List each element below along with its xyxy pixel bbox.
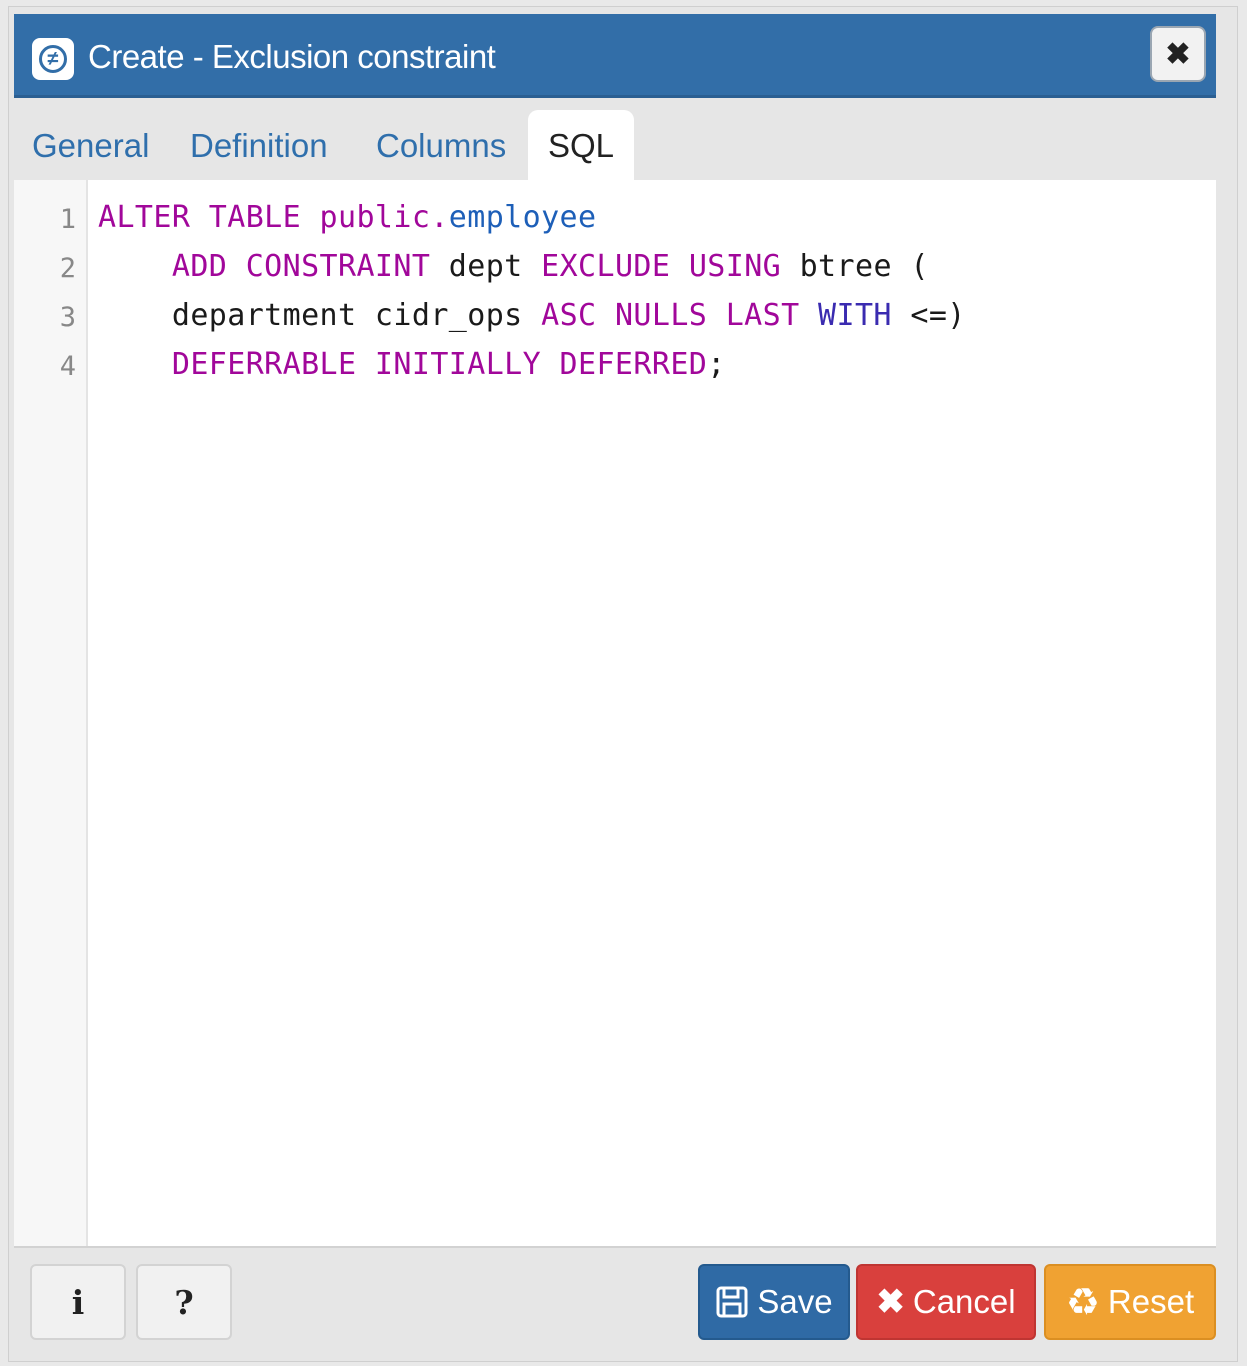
sql-text: btree (	[799, 249, 929, 284]
code-line-3: department cidr_ops ASC NULLS LAST WITH …	[98, 298, 966, 333]
tab-bar: General Definition Columns SQL	[14, 98, 1216, 180]
tab-general[interactable]: General	[32, 110, 149, 180]
code-line-2: ADD CONSTRAINT dept EXCLUDE USING btree …	[98, 249, 929, 284]
tab-sql[interactable]: SQL	[528, 110, 635, 180]
reset-label: Reset	[1107, 1283, 1195, 1320]
close-icon: ✖	[876, 1283, 905, 1321]
tab-definition[interactable]: Definition	[190, 110, 328, 180]
close-icon: ✖	[1165, 37, 1191, 71]
help-button[interactable]: ?	[136, 1264, 232, 1340]
dialog-title: Create - Exclusion constraint	[88, 38, 496, 75]
dialog-titlebar[interactable]: ≠ Create - Exclusion constraint ✖	[14, 14, 1216, 98]
sql-constraint-name: dept	[448, 249, 523, 284]
sql-schema: public.	[319, 200, 449, 235]
help-icon: ?	[174, 1282, 194, 1322]
cancel-button[interactable]: ✖ Cancel	[856, 1264, 1036, 1340]
save-label: Save	[757, 1283, 833, 1320]
code-line-4: DEFERRABLE INITIALLY DEFERRED;	[98, 347, 726, 382]
close-button[interactable]: ✖	[1150, 26, 1206, 82]
sql-text: ;	[707, 347, 726, 382]
cancel-label: Cancel	[912, 1283, 1016, 1320]
line-number: 4	[59, 351, 76, 382]
recycle-icon: ♻	[1065, 1281, 1100, 1324]
sql-keyword: ALTER TABLE	[98, 200, 302, 235]
tab-columns[interactable]: Columns	[376, 110, 506, 180]
line-number-gutter: 1 2 3 4	[14, 180, 88, 1246]
line-number: 3	[59, 302, 76, 333]
sql-keyword: EXCLUDE USING	[541, 249, 782, 284]
sql-text: <=)	[910, 298, 966, 333]
sql-keyword: DEFERRABLE INITIALLY DEFERRED	[171, 347, 708, 382]
sql-keyword: ASC NULLS LAST	[541, 298, 800, 333]
floppy-disk-icon	[715, 1285, 749, 1319]
sql-keyword: ADD CONSTRAINT	[171, 249, 431, 284]
line-number: 2	[59, 253, 76, 284]
sql-table-name: employee	[448, 200, 597, 235]
reset-button[interactable]: ♻ Reset	[1044, 1264, 1216, 1340]
sql-editor[interactable]: 1 2 3 4 ALTER TABLE public.employee ADD …	[14, 180, 1216, 1246]
dialog-footer: i ? Save ✖ Cancel ♻ Reset	[14, 1246, 1216, 1352]
sql-text: department cidr_ops	[171, 298, 523, 333]
save-button[interactable]: Save	[698, 1264, 850, 1340]
info-icon: i	[71, 1282, 85, 1322]
sql-keyword: WITH	[818, 298, 892, 333]
info-button[interactable]: i	[30, 1264, 126, 1340]
code-line-1: ALTER TABLE public.employee	[98, 200, 596, 235]
line-number: 1	[59, 204, 76, 235]
not-equal-icon: ≠	[32, 38, 74, 80]
